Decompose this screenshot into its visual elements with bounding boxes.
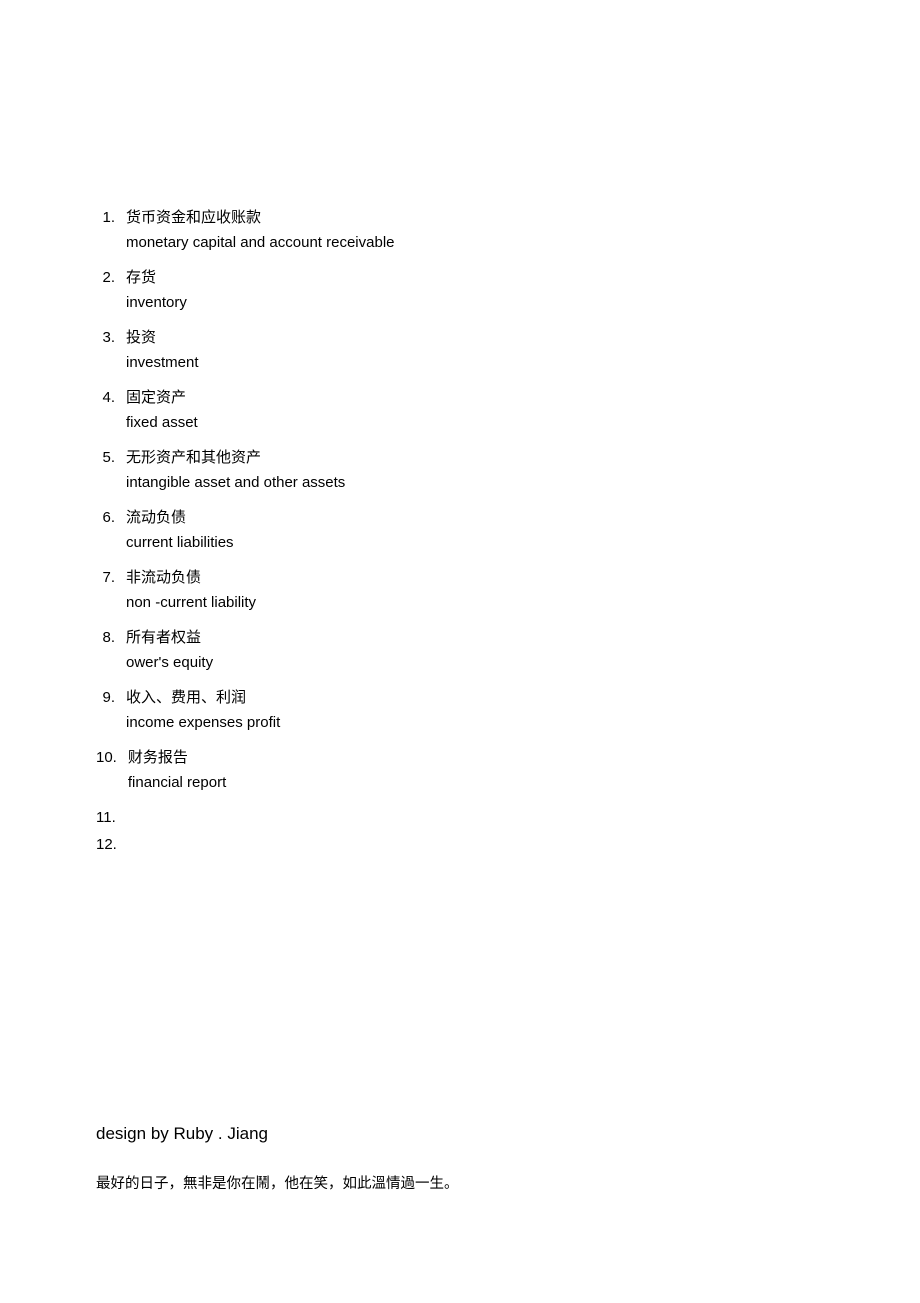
english-term: investment <box>126 352 824 375</box>
designer-credit: design by Ruby . Jiang <box>96 1124 459 1144</box>
chinese-term: 存货 <box>126 267 824 290</box>
chinese-term: 固定资产 <box>126 387 824 410</box>
list-item: 4. 固定资产 fixed asset <box>96 387 824 434</box>
item-number: 7. <box>96 567 126 614</box>
english-term: non -current liability <box>126 592 824 615</box>
chinese-term: 无形资产和其他资产 <box>126 447 824 470</box>
item-number: 12. <box>96 834 128 857</box>
list-item: 5. 无形资产和其他资产 intangible asset and other … <box>96 447 824 494</box>
list-item: 1. 货币资金和应收账款 monetary capital and accoun… <box>96 207 824 254</box>
item-number: 1. <box>96 207 126 254</box>
list-item: 9. 收入、费用、利润 income expenses profit <box>96 687 824 734</box>
item-number: 2. <box>96 267 126 314</box>
item-number: 10. <box>96 747 128 794</box>
chinese-term: 流动负债 <box>126 507 824 530</box>
terms-list: 1. 货币资金和应收账款 monetary capital and accoun… <box>96 207 824 856</box>
english-term: financial report <box>128 772 824 795</box>
english-term: fixed asset <box>126 412 824 435</box>
item-number: 8. <box>96 627 126 674</box>
document-content: 1. 货币资金和应收账款 monetary capital and accoun… <box>0 0 920 856</box>
english-term: monetary capital and account receivable <box>126 232 824 255</box>
list-item: 3. 投资 investment <box>96 327 824 374</box>
footer-quote: 最好的日子，無非是你在鬧，他在笑，如此溫情過一生。 <box>96 1172 459 1193</box>
list-item: 11. <box>96 807 824 830</box>
chinese-term: 非流动负债 <box>126 567 824 590</box>
chinese-term: 货币资金和应收账款 <box>126 207 824 230</box>
list-item: 8. 所有者权益 ower's equity <box>96 627 824 674</box>
list-item: 10. 财务报告 financial report <box>96 747 824 794</box>
list-item: 12. <box>96 834 824 857</box>
item-number: 4. <box>96 387 126 434</box>
item-number: 5. <box>96 447 126 494</box>
footer: design by Ruby . Jiang 最好的日子，無非是你在鬧，他在笑，… <box>96 1124 459 1193</box>
item-number: 3. <box>96 327 126 374</box>
item-number: 9. <box>96 687 126 734</box>
chinese-term: 投资 <box>126 327 824 350</box>
english-term: intangible asset and other assets <box>126 472 824 495</box>
list-item: 2. 存货 inventory <box>96 267 824 314</box>
chinese-term: 收入、费用、利润 <box>126 687 824 710</box>
english-term: inventory <box>126 292 824 315</box>
english-term: current liabilities <box>126 532 824 555</box>
item-number: 11. <box>96 807 127 830</box>
chinese-term: 财务报告 <box>128 747 824 770</box>
list-item: 7. 非流动负债 non -current liability <box>96 567 824 614</box>
chinese-term: 所有者权益 <box>126 627 824 650</box>
english-term: ower's equity <box>126 652 824 675</box>
item-number: 6. <box>96 507 126 554</box>
list-item: 6. 流动负债 current liabilities <box>96 507 824 554</box>
english-term: income expenses profit <box>126 712 824 735</box>
